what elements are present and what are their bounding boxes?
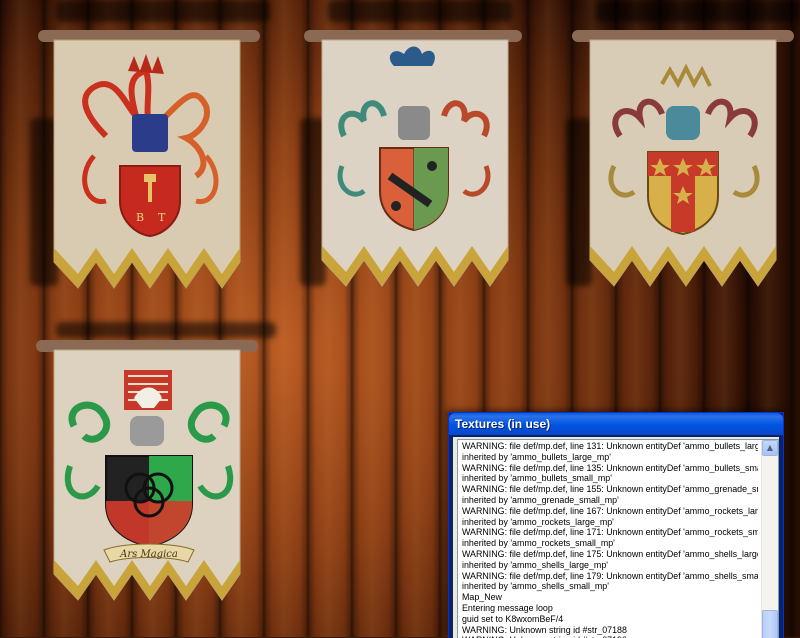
heraldic-banner-knight[interactable] — [304, 26, 524, 298]
textures-window-titlebar[interactable]: Textures (in use) — [449, 413, 783, 435]
textures-window[interactable]: Textures (in use) WARNING: file def/mp.d… — [448, 412, 784, 638]
scroll-up-arrow-icon[interactable]: ▲ — [762, 440, 778, 456]
console-log-line: WARNING: file def/mp.def, line 135: Unkn… — [462, 462, 758, 473]
console-log-line: Map_New — [462, 592, 502, 603]
rail-shadow — [56, 0, 270, 22]
console-log-line: inherited by 'ammo_bullets_large_mp' — [462, 451, 611, 462]
heraldic-banner-stars[interactable] — [570, 26, 796, 298]
console-log-line: guid set to K8wxomBeF/4 — [462, 613, 564, 624]
vertical-scrollbar[interactable]: ▲ — [761, 440, 778, 638]
console-log-line: WARNING: file def/mp.def, line 171: Unkn… — [462, 527, 758, 538]
helmet-icon — [398, 106, 430, 140]
helmet-icon — [130, 416, 164, 446]
console-log-area[interactable]: WARNING: file def/mp.def, line 131: Unkn… — [457, 439, 779, 638]
console-log-line: inherited by 'ammo_rockets_large_mp' — [462, 516, 614, 527]
textures-window-title: Textures (in use) — [455, 417, 551, 431]
heraldic-banner-bt[interactable]: B T — [36, 26, 262, 300]
console-log-line: WARNING: file def/mp.def, line 155: Unkn… — [462, 484, 758, 495]
console-log-line: WARNING: file def/mp.def, line 167: Unkn… — [462, 505, 758, 516]
helmet-icon — [132, 114, 168, 152]
helmet-icon — [666, 106, 700, 140]
console-log-line: inherited by 'ammo_grenade_small_mp' — [462, 494, 619, 505]
console-log-line: Entering message loop — [462, 602, 553, 613]
console-log-line: inherited by 'ammo_rockets_small_mp' — [462, 538, 615, 549]
shield-initial-t: T — [158, 211, 166, 224]
scrollbar-thumb[interactable] — [762, 610, 778, 638]
shield-initial-b: B — [136, 211, 144, 224]
console-log-line: inherited by 'ammo_bullets_small_mp' — [462, 473, 612, 484]
motto-text: Ars Magica — [119, 549, 178, 560]
textures-window-body: WARNING: file def/mp.def, line 131: Unkn… — [453, 437, 779, 638]
console-log-lines: WARNING: file def/mp.def, line 131: Unkn… — [462, 441, 758, 638]
console-log-line: WARNING: file def/mp.def, line 179: Unkn… — [462, 570, 758, 581]
console-log-line: inherited by 'ammo_shells_small_mp' — [462, 581, 609, 592]
rail-shadow — [596, 0, 800, 22]
heraldic-banner-ars-magica[interactable]: Ars Magica — [34, 336, 264, 610]
console-log-line: WARNING: Unknown string id #str_07188 — [462, 624, 627, 635]
console-log-line: WARNING: file def/mp.def, line 131: Unkn… — [462, 441, 758, 451]
rail-shadow — [328, 0, 512, 22]
console-log-line: inherited by 'ammo_shells_large_mp' — [462, 559, 608, 570]
console-log-line: WARNING: file def/mp.def, line 175: Unkn… — [462, 548, 758, 559]
